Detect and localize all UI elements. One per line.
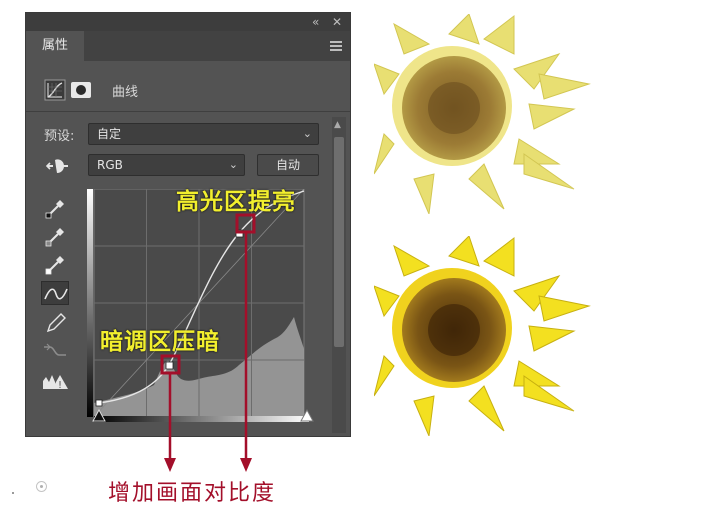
contrast-caption: 增加画面对比度 xyxy=(108,481,277,506)
highlight-marker xyxy=(235,213,256,234)
dot-mark xyxy=(12,492,14,494)
highlight-annotation: 高光区提亮 xyxy=(176,189,296,215)
radio-indicator-icon[interactable] xyxy=(36,481,47,492)
shadow-marker xyxy=(160,354,181,375)
sunflower-photo-before xyxy=(374,14,664,214)
sunflower-photo-after xyxy=(374,236,664,436)
shadow-annotation: 暗调区压暗 xyxy=(100,329,220,355)
